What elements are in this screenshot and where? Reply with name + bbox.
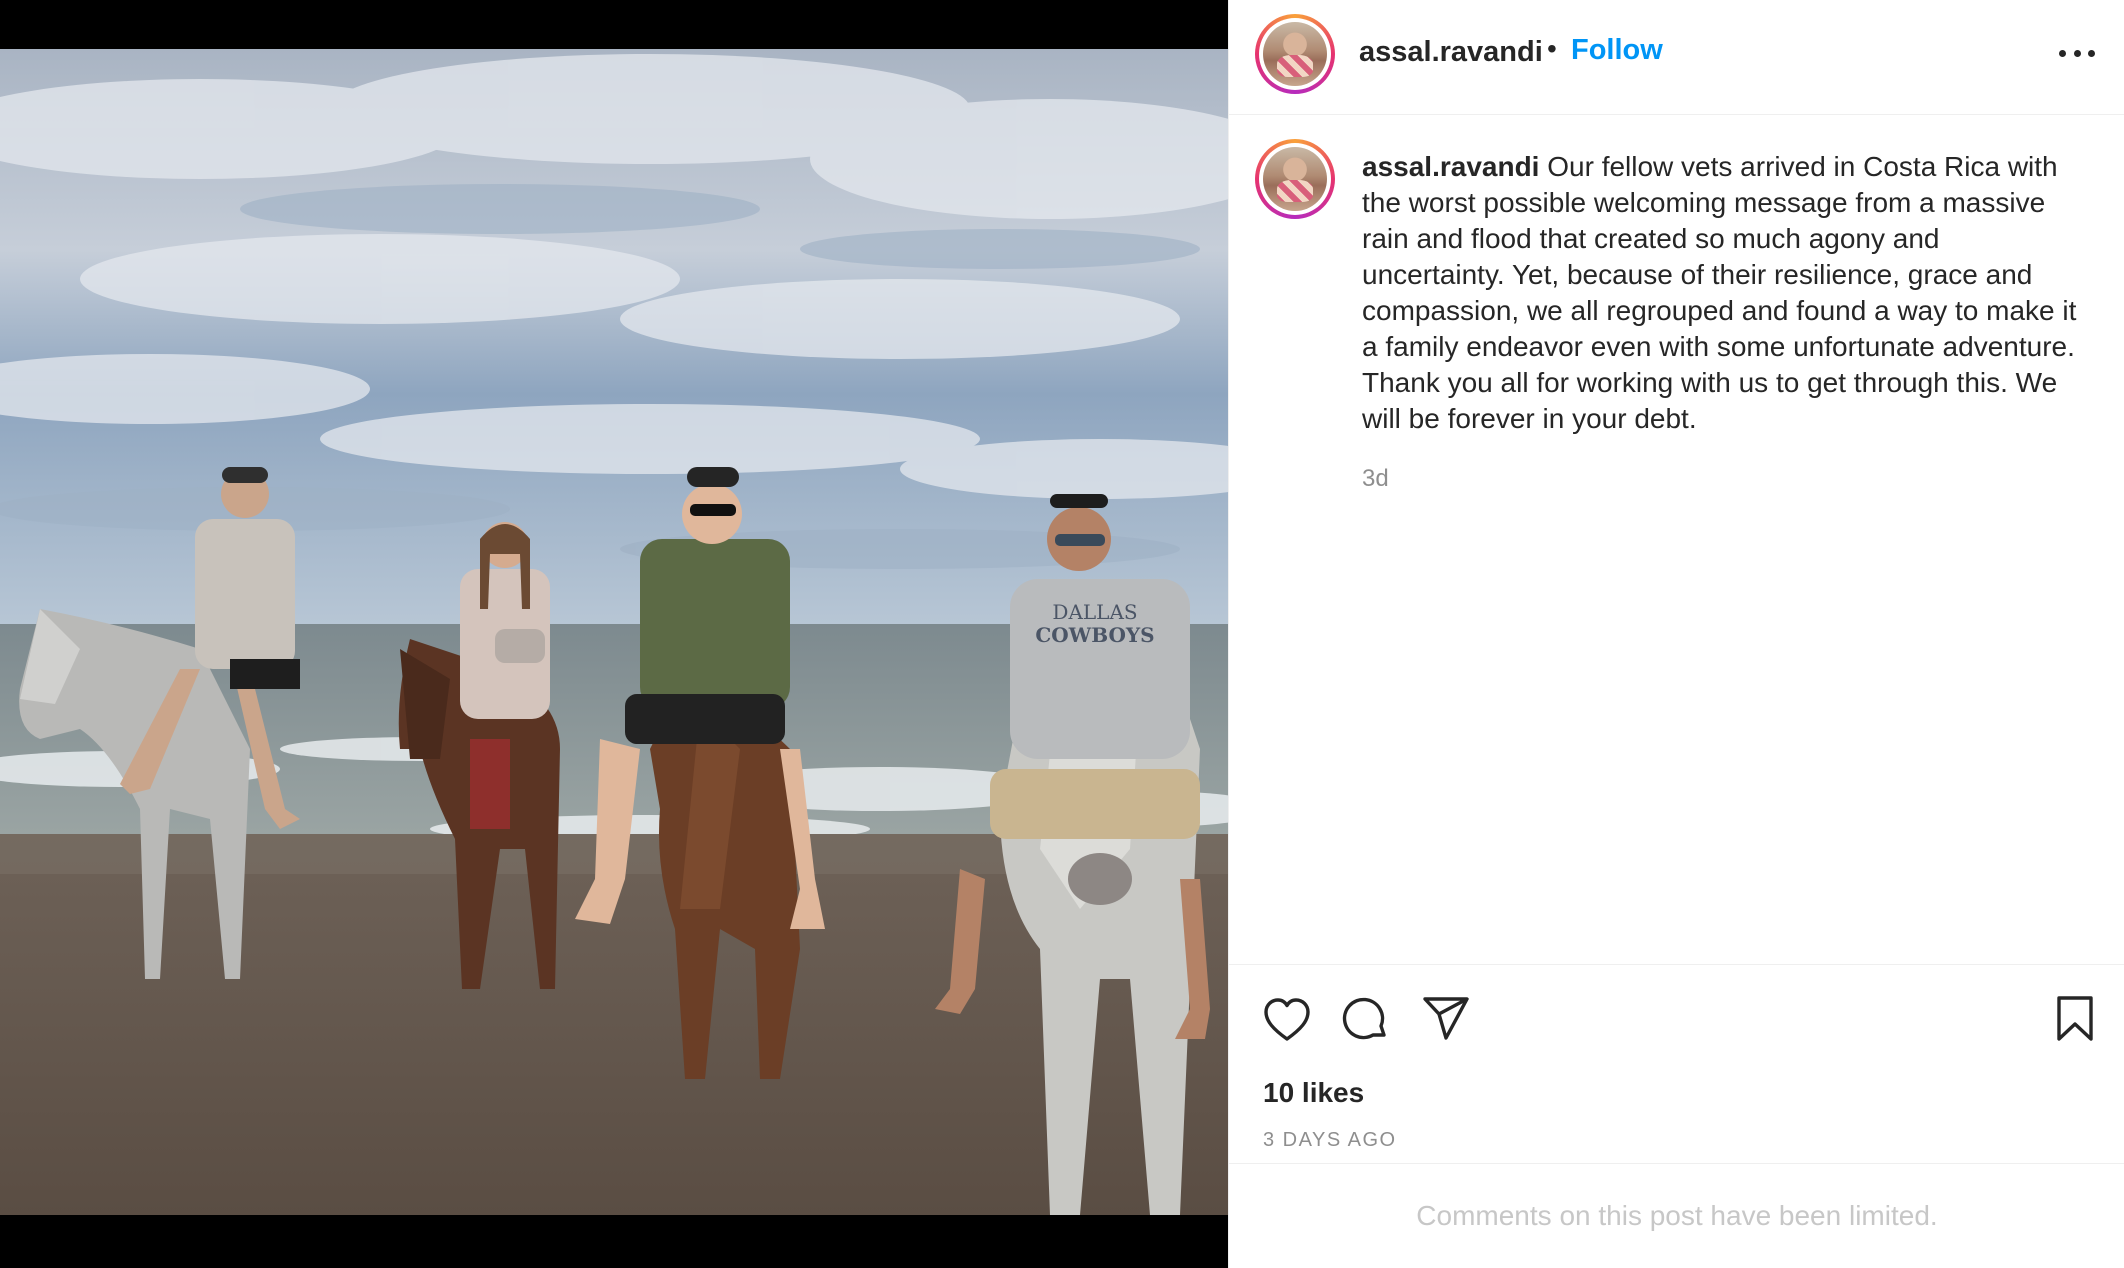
avatar-image — [1263, 147, 1327, 211]
post-media[interactable]: DALLAS COWBOYS — [0, 0, 1228, 1268]
heart-icon[interactable] — [1263, 997, 1311, 1043]
comments-section: Comments on this post have been limited. — [1229, 1163, 2124, 1268]
caption-text: Our fellow vets arrived in Costa Rica wi… — [1362, 151, 2077, 434]
author-avatar[interactable] — [1255, 14, 1335, 94]
post-details-panel: assal.ravandi • Follow assal.ravandi Our… — [1228, 0, 2124, 1268]
caption-section: assal.ravandi Our fellow vets arrived in… — [1229, 116, 2124, 964]
post-date[interactable]: 3 DAYS AGO — [1263, 1129, 1397, 1152]
post-actions: 10 likes 3 DAYS AGO — [1229, 964, 2124, 1164]
shirt-text-cowboys: COWBOYS — [1035, 623, 1154, 647]
caption-timestamp[interactable]: 3d — [1362, 465, 1389, 493]
follow-button[interactable]: Follow — [1571, 34, 1663, 67]
comment-bubble-icon[interactable] — [1342, 995, 1390, 1043]
likes-count[interactable]: 10 likes — [1263, 1077, 1364, 1109]
header-separator: • — [1547, 33, 1557, 64]
shirt-text-dallas: DALLAS — [1052, 600, 1137, 624]
post-header: assal.ravandi • Follow — [1229, 0, 2124, 115]
caption-username[interactable]: assal.ravandi — [1362, 151, 1539, 182]
beach-horse-ride-photo: DALLAS COWBOYS — [0, 49, 1228, 1215]
more-options-icon[interactable] — [2053, 36, 2101, 70]
post-caption: assal.ravandi Our fellow vets arrived in… — [1362, 149, 2082, 437]
post-photo: DALLAS COWBOYS — [0, 49, 1228, 1215]
bookmark-icon[interactable] — [2055, 995, 2095, 1043]
avatar-image — [1263, 22, 1327, 86]
comments-limited-notice: Comments on this post have been limited. — [1416, 1200, 1938, 1231]
author-username[interactable]: assal.ravandi — [1359, 36, 1543, 69]
paper-plane-icon[interactable] — [1422, 995, 1470, 1043]
caption-avatar[interactable] — [1255, 139, 1335, 219]
